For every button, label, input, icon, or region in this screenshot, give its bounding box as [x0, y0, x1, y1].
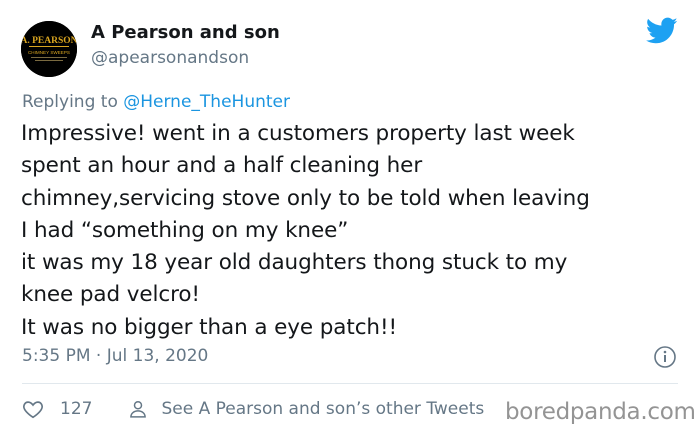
avatar-line2: CHIMNEY SWEEPS [28, 50, 70, 55]
tweet-text-line: chimney,servicing stove only to be told … [21, 185, 590, 211]
tweet-text-line: knee pad velcro! [21, 282, 200, 308]
tweet-text-line: spent an hour and a half cleaning her [21, 153, 423, 179]
twitter-bird-icon[interactable] [646, 17, 678, 45]
author-handle[interactable]: @apearsonandson [91, 47, 249, 69]
tweet-text-line: It was no bigger than a eye patch!! [21, 314, 397, 340]
tweet-text-line: it was my 18 year old daughters thong st… [21, 250, 568, 276]
author-display-name[interactable]: A Pearson and son [91, 21, 280, 45]
divider [22, 383, 678, 384]
heart-icon[interactable] [22, 398, 44, 420]
reply-mention-link[interactable]: @Herne_TheHunter [123, 92, 290, 112]
watermark: boredpanda.com [505, 399, 696, 425]
tweet-timestamp[interactable]: 5:35 PM · Jul 13, 2020 [22, 345, 208, 367]
replying-to-prefix: Replying to [22, 92, 124, 112]
avatar[interactable]: A. PEARSON CHIMNEY SWEEPS [21, 21, 77, 77]
tweet-actions: 127 See A Pearson and son’s other Tweets [22, 397, 484, 421]
info-icon[interactable] [653, 345, 677, 369]
replying-to: Replying to @Herne_TheHunter [22, 91, 290, 113]
see-other-tweets-link[interactable]: See A Pearson and son’s other Tweets [161, 399, 484, 419]
avatar-line1: A. PEARSON [21, 36, 77, 46]
like-count[interactable]: 127 [60, 399, 92, 419]
tweet-text-line: Impressive! went in a customers property… [21, 121, 575, 146]
tweet-text: Impressive! went in a customers property… [21, 118, 686, 344]
tweet-card: A. PEARSON CHIMNEY SWEEPS A Pearson and … [0, 0, 700, 437]
tweet-text-line: I had “something on my knee” [21, 217, 349, 243]
person-icon[interactable] [128, 399, 148, 419]
avatar-logo: A. PEARSON CHIMNEY SWEEPS [21, 21, 77, 77]
